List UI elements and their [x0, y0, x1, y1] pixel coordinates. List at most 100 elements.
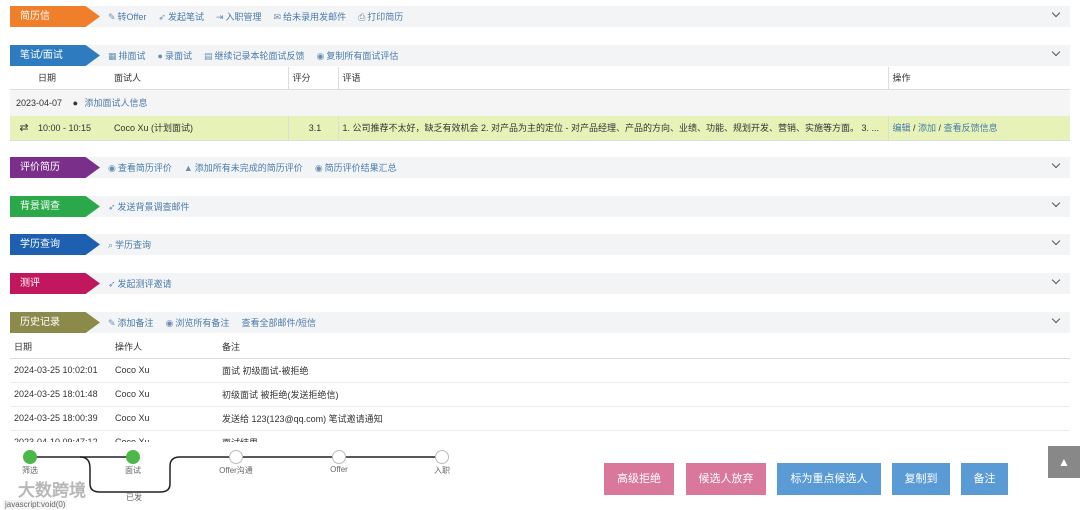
group-date: 2023-04-07 [16, 98, 63, 109]
add-link[interactable]: 添加 [918, 123, 936, 133]
schedule-interview-action[interactable]: ▦ 排面试 [108, 49, 146, 62]
eye-icon: ◉ [316, 51, 325, 61]
print-resume-action[interactable]: ⎙ 打印简历 [358, 10, 403, 23]
interview-comment: 1. 公司推荐不太好，缺乏有效机会 2. 对产品为主的定位 - 对产品经理、产品… [337, 116, 888, 140]
col-comment: 评语 [337, 67, 888, 90]
status-url: javascript:void(0) [3, 500, 68, 509]
view-feedback-link[interactable]: 查看反馈信息 [944, 123, 998, 133]
send-icon: ➶ [108, 202, 116, 212]
candidate-give-up-button[interactable]: 候选人放弃 [686, 463, 766, 495]
view-all-messages-action[interactable]: 查看全部邮件/短信 [241, 316, 316, 329]
remark-button[interactable]: 备注 [961, 463, 1008, 495]
pencil-icon: ✎ [108, 318, 116, 328]
search-icon: ⌕ [108, 240, 114, 250]
mail-icon: ✉ [273, 12, 282, 22]
panel-background: 背景调查 ➶ 发送背景调查邮件 [10, 196, 1070, 217]
table-row: 2024-03-25 18:00:39 Coco Xu 发送给 123(123@… [10, 406, 1070, 430]
interview-table: 日期 面试人 评分 评语 操作 2023-04-07 ● 添加面试人信息 ⇄ 1… [10, 67, 1070, 141]
stage-label: 筛选 [22, 466, 38, 475]
panel-interview: 笔试/面试 ▦ 排面试 ● 录面试 ▤ 继续记录本轮面试反馈 ◉ 复制所有面试评估 [10, 45, 1070, 66]
swap-icon[interactable]: ⇄ [10, 116, 34, 140]
col-score: 评分 [287, 67, 338, 90]
onboard-action[interactable]: ⇥ 入职管理 [216, 10, 262, 23]
caret-up-icon: ▲ [1058, 455, 1070, 469]
stage-dot[interactable] [332, 450, 346, 464]
add-interviewer-link[interactable]: 添加面试人信息 [85, 98, 148, 108]
send-icon: ➶ [158, 12, 166, 22]
table-row: 2024-03-25 18:01:48 Coco Xu 初级面试 被拒绝(发送拒… [10, 382, 1070, 406]
panel-profile: 简历信 ✎ 转Offer ➶ 发起笔试 ⇥ 入职管理 ✉ 给未录用发邮件 ⎙ 打印简历 [10, 6, 1070, 27]
interview-table-header: 日期 面试人 评分 评语 操作 [10, 67, 1070, 90]
copy-evaluations-action[interactable]: ◉ 复制所有面试评估 [317, 49, 399, 62]
chevron-down-icon[interactable] [1052, 238, 1060, 246]
print-icon: ⎙ [358, 12, 366, 22]
list-icon: ▤ [203, 51, 213, 61]
start-exam-action[interactable]: ➶ 发起笔试 [158, 10, 204, 23]
email-rejected-action[interactable]: ✉ 给未录用发邮件 [274, 10, 347, 23]
eye-icon: ◉ [314, 163, 323, 173]
browse-notes-action[interactable]: ◉ 浏览所有备注 [166, 316, 230, 329]
col-ops: 操作 [887, 67, 1070, 90]
eye-icon: ◉ [108, 163, 116, 173]
col-note: 备注 [218, 336, 1070, 359]
user-icon: ● [72, 98, 78, 109]
watermark-logo: 大数跨境 [18, 481, 86, 500]
reject-button[interactable]: 高级拒绝 [604, 463, 674, 495]
add-note-action[interactable]: ✎ 添加备注 [108, 316, 154, 329]
send-icon: ➶ [108, 279, 116, 289]
col-date: 日期 [10, 336, 111, 359]
chevron-down-icon[interactable] [1052, 200, 1060, 208]
edit-link[interactable]: 编辑 [893, 123, 911, 133]
send-assessment-action[interactable]: ➶ 发起测评邀请 [108, 277, 172, 290]
bottom-action-bar: 筛选 面试 Offer沟通 Offer 入职 已发 大数跨境 javascrip… [0, 442, 1080, 510]
col-user: 操作人 [111, 336, 218, 359]
panel-history: 历史记录 ✎ 添加备注 ◉ 浏览所有备注 查看全部邮件/短信 [10, 312, 1070, 333]
candidate-page: 简历信 ✎ 转Offer ➶ 发起笔试 ⇥ 入职管理 ✉ 给未录用发邮件 ⎙ 打印简历 笔… [0, 0, 1080, 510]
interview-time: 10:00 - 10:15 [38, 122, 92, 133]
add-evaluations-action[interactable]: ▲ 添加所有未完成的简历评价 [184, 161, 303, 174]
calendar-icon: ▦ [108, 51, 117, 61]
chevron-down-icon[interactable] [1052, 161, 1060, 169]
chevron-down-icon[interactable] [1052, 316, 1060, 324]
history-table-header: 日期 操作人 备注 [10, 336, 1070, 359]
stage-label: 面试 [125, 466, 141, 475]
table-row: 2024-03-25 10:02:01 Coco Xu 面试 初级面试-被拒绝 [10, 358, 1070, 382]
edit-icon: ✎ [108, 12, 116, 22]
copy-to-button[interactable]: 复制到 [892, 463, 950, 495]
col-interviewer: 面试人 [110, 67, 288, 90]
summary-evaluation-action[interactable]: ◉ 简历评价结果汇总 [315, 161, 397, 174]
stage-label: Offer沟通 [219, 466, 253, 475]
interview-score: 3.1 [287, 116, 338, 140]
send-background-email-action[interactable]: ➶ 发送背景调查邮件 [108, 200, 190, 213]
stage-extra-label: 已发 [126, 493, 142, 502]
stage-dot[interactable] [435, 450, 449, 464]
education-query-action[interactable]: ⌕ 学历查询 [108, 238, 151, 251]
stage-dot[interactable] [23, 450, 37, 464]
panel-history-title: 历史记录 [10, 312, 100, 333]
transfer-offer-action[interactable]: ✎ 转Offer [108, 10, 146, 23]
stage-dot[interactable] [229, 450, 243, 464]
stage-label: Offer [330, 465, 348, 474]
mark-key-candidate-button[interactable]: 标为重点候选人 [777, 463, 881, 495]
continue-feedback-action[interactable]: ▤ 继续记录本轮面试反馈 [204, 49, 305, 62]
warning-icon: ▲ [183, 163, 193, 173]
interview-row: ⇄ 10:00 - 10:15 Coco Xu (计划面试) 3.1 1. 公司… [10, 116, 1070, 140]
record-interview-action[interactable]: ● 录面试 [158, 49, 192, 62]
view-evaluation-action[interactable]: ◉ 查看简历评价 [108, 161, 172, 174]
interview-interviewer: Coco Xu (计划面试) [114, 123, 194, 134]
interview-group-row: 2023-04-07 ● 添加面试人信息 [10, 89, 1070, 116]
eye-icon: ◉ [165, 318, 174, 328]
chevron-down-icon[interactable] [1052, 49, 1060, 57]
chevron-down-icon[interactable] [1052, 10, 1060, 18]
panel-profile-title: 简历信 [10, 6, 100, 27]
scroll-top-button[interactable]: ▲ [1048, 446, 1080, 478]
stage-dot[interactable] [126, 450, 140, 464]
chevron-down-icon[interactable] [1052, 277, 1060, 285]
panel-assessment: 测评 ➶ 发起测评邀请 [10, 273, 1070, 294]
col-date: 日期 [34, 67, 110, 90]
user-icon: ● [157, 51, 163, 61]
panel-interview-title: 笔试/面试 [10, 45, 100, 66]
panel-assessment-title: 测评 [10, 273, 100, 294]
history-table: 日期 操作人 备注 2024-03-25 10:02:01 Coco Xu 面试… [10, 336, 1070, 455]
panel-education: 学历查询 ⌕ 学历查询 [10, 234, 1070, 255]
